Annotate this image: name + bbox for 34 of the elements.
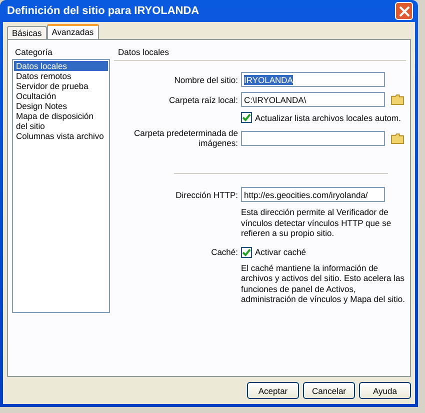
category-label: Categoría [14,46,54,59]
category-item[interactable]: Design Notes [14,101,108,111]
category-item[interactable]: Datos locales [14,61,108,71]
folder-icon[interactable] [390,94,404,105]
checkbox-label: Actualizar lista archivos locales autom. [255,112,401,122]
dialog-button[interactable]: Aceptar [247,382,299,399]
field-label: Carpeta raíz local: [168,94,238,104]
field-label: Caché: [211,247,238,257]
text-field[interactable] [241,130,385,146]
field-label: Nombre del sitio: [173,74,238,84]
field-label: Carpeta predeterminada de imágenes: [133,128,238,148]
description-text: El caché mantiene la información de archivos y activos del sitio. Esto acelera las funciones de panel de Activos, administración de vínculos y Mapa del sitio. [241,262,406,304]
category-item[interactable]: Columnas vista archivo [14,131,108,141]
folder-icon[interactable] [390,132,404,144]
tab[interactable]: Básicas [7,26,47,39]
text-field[interactable]: IRYOLANDA [241,72,385,87]
category-item[interactable]: Ocultación [14,91,108,101]
dialog-button[interactable]: Cancelar [303,382,355,399]
text-field[interactable]: http://es.geocities.com/iryolanda/ [241,187,385,202]
window-title: Definición del sitio para IRYOLANDA [7,5,200,17]
checkbox[interactable] [241,246,252,258]
checkbox[interactable] [241,112,252,123]
dialog-button[interactable]: Ayuda [359,382,411,399]
checkbox-label: Activar caché [255,247,306,257]
field-label: Dirección HTTP: [174,190,238,200]
category-item[interactable]: Servidor de prueba [14,81,108,91]
section-title: Datos locales [114,46,406,61]
close-icon [398,6,410,16]
text-field[interactable]: C:\IRYOLANDA\ [241,92,385,107]
tab[interactable]: Avanzadas [46,24,99,39]
category-item[interactable]: Mapa de disposición del sitio [14,111,108,131]
description-text: Esta dirección permite al Verificador de vínculos detectar vínculos HTTP que se refieren a su propio sitio. [241,207,392,238]
close-button[interactable] [395,2,413,20]
category-item[interactable]: Datos remotos [14,71,108,81]
